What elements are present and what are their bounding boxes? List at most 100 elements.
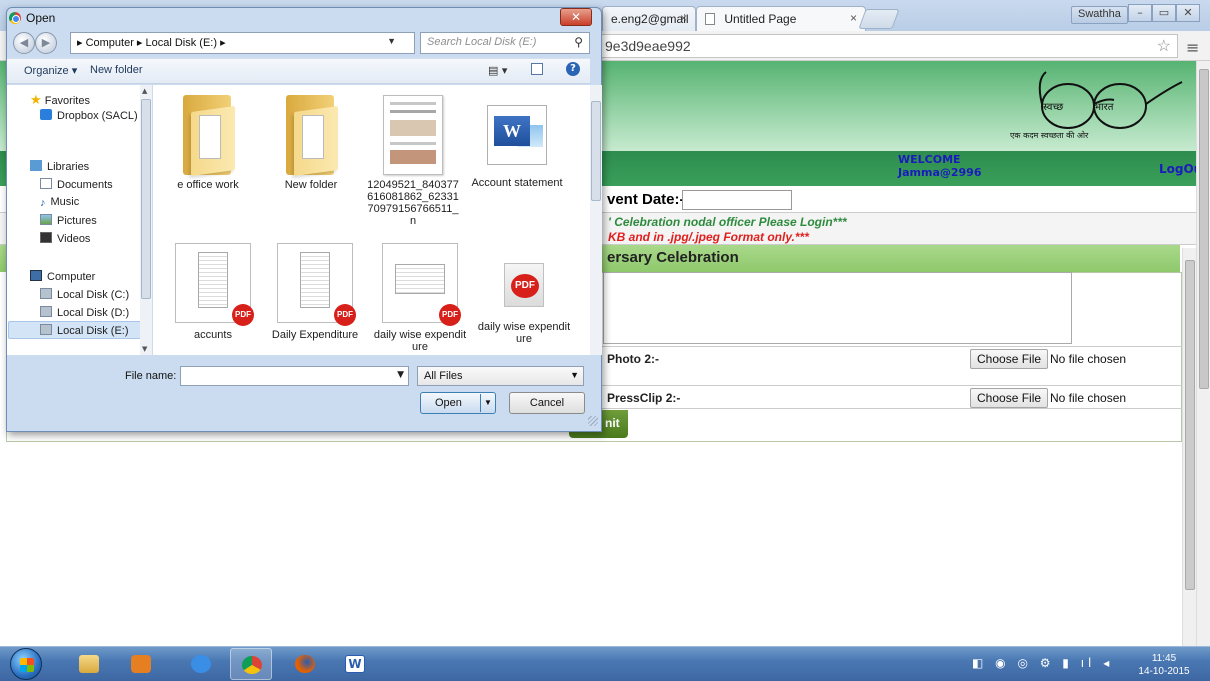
welcome-user: Jamma@2996 <box>898 166 982 179</box>
address-bar[interactable]: 9e3d9eae992 ☆ <box>600 34 1178 58</box>
chrome-icon <box>242 656 262 674</box>
file-item-new-folder[interactable]: New folder <box>264 95 358 191</box>
tab-gmail[interactable]: e.eng2@gmail × <box>602 6 696 31</box>
nav-local-disk-d[interactable]: Local Disk (D:) <box>40 306 129 319</box>
open-dropdown-icon[interactable]: ▼ <box>480 394 495 412</box>
nav-label: Libraries <box>47 161 90 173</box>
maximize-icon[interactable]: ▭ <box>1152 4 1176 22</box>
explorer-icon <box>79 655 99 673</box>
file-item-daily-expenditure[interactable]: PDF Daily Expenditure <box>268 243 362 341</box>
photo2-choose-file-button[interactable]: Choose File <box>970 349 1049 369</box>
breadcrumb[interactable]: ▸ Computer ▸ Local Disk (E:) ▸ ▼ <box>70 32 415 54</box>
file-item-accunts[interactable]: PDF accunts <box>166 243 260 341</box>
music-icon: ♪ <box>40 197 46 209</box>
nav-local-disk-c[interactable]: Local Disk (C:) <box>40 288 129 301</box>
nav-label: Local Disk (D:) <box>57 307 130 319</box>
nav-favorites[interactable]: ★ Favorites <box>30 92 90 108</box>
pressclip2-choose-file-button[interactable]: Choose File <box>970 388 1049 408</box>
welcome-text: WELCOME Jamma@2996 <box>898 153 981 179</box>
nav-label: Local Disk (C:) <box>57 289 130 301</box>
chrome-menu-icon[interactable]: ≡ <box>1186 38 1199 57</box>
help-icon[interactable]: ? <box>566 62 580 76</box>
chevron-down-icon[interactable]: ▼ <box>387 36 396 46</box>
breadcrumb-text: ▸ Computer ▸ Local Disk (E:) ▸ <box>77 37 226 49</box>
bookmark-star-icon[interactable]: ☆ <box>1157 36 1171 56</box>
tab-untitled-page[interactable]: Untitled Page × <box>696 6 866 31</box>
forward-arrow-icon[interactable]: ▶ <box>35 32 57 54</box>
nav-pictures[interactable]: Pictures <box>40 214 97 227</box>
new-tab-button[interactable] <box>858 9 900 29</box>
back-arrow-icon[interactable]: ◀ <box>13 32 35 54</box>
file-item-daily-wise-expenditure-1[interactable]: PDF daily wise expenditure <box>373 243 467 353</box>
search-input[interactable]: Search Local Disk (E:) ⚲ <box>420 32 590 54</box>
nav-local-disk-e[interactable]: Local Disk (E:) <box>40 324 129 337</box>
files-scrollbar[interactable] <box>590 85 602 355</box>
taskbar-chrome[interactable] <box>230 648 272 680</box>
drive-icon <box>40 288 52 299</box>
description-textarea[interactable] <box>603 272 1072 344</box>
scroll-down-icon[interactable]: ▼ <box>142 345 147 353</box>
close-tab-icon[interactable]: × <box>850 11 857 25</box>
tab-label: e.eng2@gmail <box>611 12 689 26</box>
scroll-thumb[interactable] <box>591 101 601 201</box>
system-tray-icons[interactable]: ◧ ◉ ◎ ⚙ ▮ ıl ◂ <box>972 656 1113 670</box>
nav-libraries[interactable]: Libraries <box>30 160 89 173</box>
logo-tagline: एक कदम स्वच्छता की ओर <box>1010 131 1089 140</box>
url-text: 9e3d9eae992 <box>605 38 691 54</box>
scroll-thumb[interactable] <box>141 99 151 299</box>
chevron-down-icon[interactable]: ▼ <box>570 370 579 380</box>
nav-label: Videos <box>57 233 91 245</box>
welcome-label: WELCOME <box>898 153 961 166</box>
nav-videos[interactable]: Videos <box>40 232 90 245</box>
chrome-icon <box>9 12 21 24</box>
nav-computer[interactable]: Computer <box>30 270 95 283</box>
nav-label: Local Disk (E:) <box>57 325 129 337</box>
event-date-input[interactable] <box>682 190 792 210</box>
minimize-icon[interactable]: – <box>1128 4 1152 22</box>
nav-dropbox[interactable]: Dropbox (SACL) <box>40 109 138 122</box>
file-item-account-statement[interactable]: W Account statement <box>470 95 564 189</box>
start-button[interactable] <box>10 648 42 680</box>
file-item-e-office-work[interactable]: e office work <box>161 95 255 191</box>
pdf-icon: PDF <box>232 304 254 326</box>
scroll-thumb[interactable] <box>1185 260 1195 590</box>
file-type-select[interactable]: All Files ▼ <box>417 366 584 386</box>
scroll-thumb[interactable] <box>1199 69 1209 389</box>
nav-scrollbar[interactable]: ▲ ▼ <box>140 85 152 355</box>
file-label: e office work <box>177 179 239 191</box>
taskbar-word[interactable]: W <box>334 648 376 680</box>
content-scrollbar[interactable] <box>1182 248 1196 646</box>
taskbar-media-player[interactable] <box>120 648 162 680</box>
organize-button[interactable]: Organize ▾ <box>24 64 77 77</box>
file-name-input[interactable]: ▼ <box>180 366 409 386</box>
file-item-image-12049521[interactable]: 12049521_840377616081862_623317097915676… <box>366 95 460 227</box>
pdf-thumbnail: PDF <box>277 243 356 326</box>
taskbar-explorer[interactable] <box>68 648 110 680</box>
pdf-icon: PDF <box>504 263 544 307</box>
page-scrollbar[interactable] <box>1196 61 1210 646</box>
close-tab-icon[interactable]: × <box>680 11 687 25</box>
scroll-up-icon[interactable]: ▲ <box>142 87 147 95</box>
open-button[interactable]: Open ▼ <box>420 392 496 414</box>
new-folder-button[interactable]: New folder <box>90 64 143 76</box>
photo2-file-status: No file chosen <box>1050 352 1127 366</box>
preview-pane-icon[interactable] <box>531 63 543 75</box>
clock[interactable]: 11:45 14-10-2015 <box>1134 652 1194 678</box>
profile-button[interactable]: Swathha <box>1071 6 1128 24</box>
close-window-icon[interactable]: ✕ <box>1176 4 1200 22</box>
taskbar-internet-explorer[interactable] <box>180 648 222 680</box>
taskbar-firefox[interactable] <box>284 648 326 680</box>
dialog-close-icon[interactable]: ✕ <box>560 8 592 26</box>
pressclip2-file-status: No file chosen <box>1050 391 1127 405</box>
pdf-thumbnail: PDF <box>382 243 461 326</box>
nav-music[interactable]: ♪ Music <box>40 196 79 209</box>
resize-grip-icon[interactable] <box>588 416 598 426</box>
folder-icon <box>177 95 239 177</box>
file-item-daily-wise-expenditure-2[interactable]: PDF daily wise expenditure <box>477 243 571 345</box>
format-notice: KB and in .jpg/.jpeg Format only.*** <box>608 230 809 244</box>
cancel-button[interactable]: Cancel <box>509 392 585 414</box>
chevron-down-icon[interactable]: ▼ <box>397 370 404 380</box>
change-view-button[interactable]: ▤ ▾ <box>488 64 507 77</box>
photo2-label: Photo 2:- <box>607 352 659 366</box>
nav-documents[interactable]: Documents <box>40 178 113 191</box>
